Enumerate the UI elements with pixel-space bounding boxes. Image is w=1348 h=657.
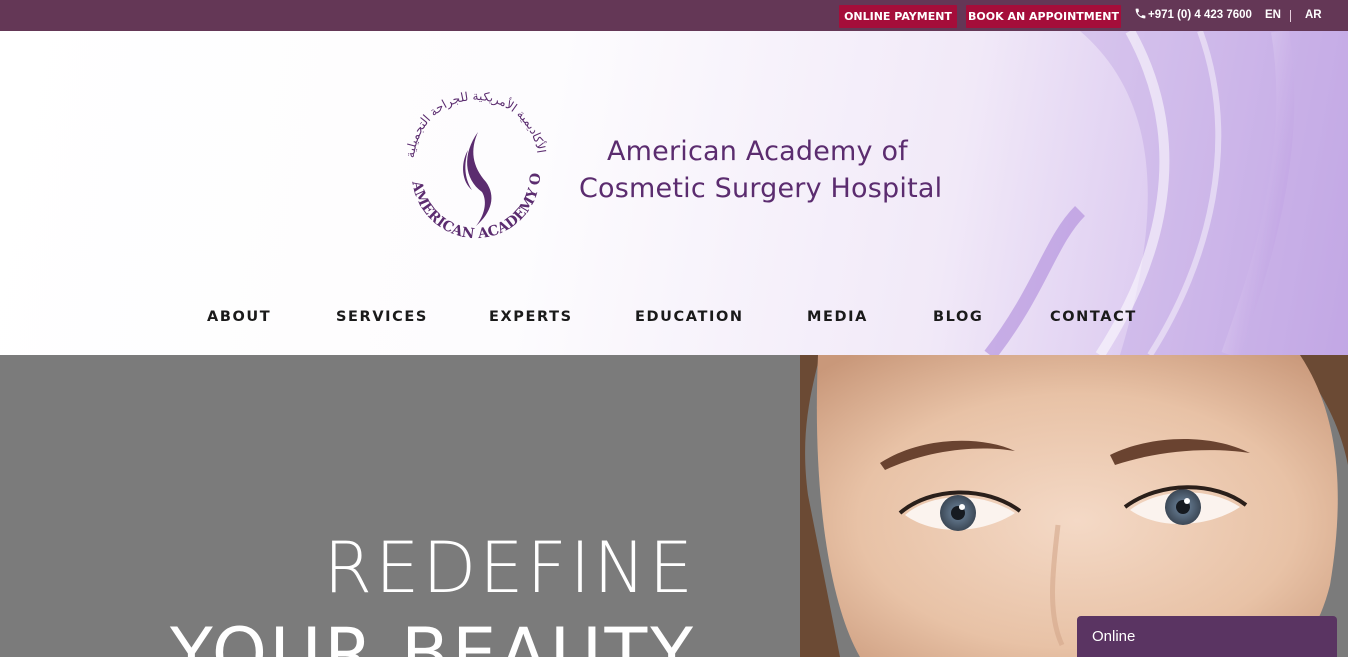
nav-item-media[interactable]: MEDIA — [807, 309, 868, 325]
nav-item-experts[interactable]: EXPERTS — [489, 309, 573, 325]
hero-banner: REDEFINE YOUR BEAUTY — [0, 355, 1348, 657]
phone-icon — [1135, 8, 1146, 19]
nav-item-education[interactable]: EDUCATION — [635, 309, 744, 325]
logo-emblem[interactable]: AMERICAN ACADEMY OF COSMETIC SURGERY HOS… — [392, 84, 560, 252]
chat-status: Online — [1092, 628, 1136, 645]
nav-item-contact[interactable]: CONTACT — [1050, 309, 1137, 325]
book-appointment-button[interactable]: BOOK AN APPOINTMENT — [966, 5, 1121, 28]
svg-text:ﺍﻷﻛﺎﺩﻳﻤﻴﺔ ﺍﻷﻣﺮﻳﻜﻴﺔ ﻟﻠﺠﺮﺍﺣﺔ ﺍﻟﺘ: ﺍﻷﻛﺎﺩﻳﻤﻴﺔ ﺍﻷﻣﺮﻳﻜﻴﺔ ﻟﻠﺠﺮﺍﺣﺔ ﺍﻟﺘﺠﻤﻴﻠﻴﺔ — [403, 89, 549, 159]
language-en-link[interactable]: EN — [1265, 0, 1281, 31]
top-utility-bar: ONLINE PAYMENT BOOK AN APPOINTMENT +971 … — [0, 0, 1348, 31]
phone-number: +971 (0) 4 423 7600 — [1148, 9, 1252, 21]
nav-item-about[interactable]: ABOUT — [207, 309, 271, 325]
nav-item-blog[interactable]: BLOG — [933, 309, 983, 325]
hero-heading-line2: YOUR BEAUTY — [169, 613, 696, 657]
online-payment-button[interactable]: ONLINE PAYMENT — [839, 5, 957, 28]
language-ar-link[interactable]: AR — [1305, 0, 1322, 31]
site-header: AMERICAN ACADEMY OF COSMETIC SURGERY HOS… — [0, 31, 1348, 355]
hero-face-image — [800, 355, 1348, 657]
phone-link[interactable]: +971 (0) 4 423 7600 — [1134, 0, 1252, 31]
language-divider — [1290, 10, 1291, 22]
logo-text-line2: Cosmetic Surgery Hospital — [579, 173, 943, 204]
nav-item-services[interactable]: SERVICES — [336, 309, 428, 325]
live-chat-widget[interactable]: Online — [1077, 616, 1337, 657]
main-navigation: ABOUT SERVICES EXPERTS EDUCATION MEDIA B… — [0, 309, 1348, 329]
hero-heading-line1: REDEFINE — [323, 527, 696, 609]
logo-text-line1: American Academy of — [607, 136, 908, 167]
